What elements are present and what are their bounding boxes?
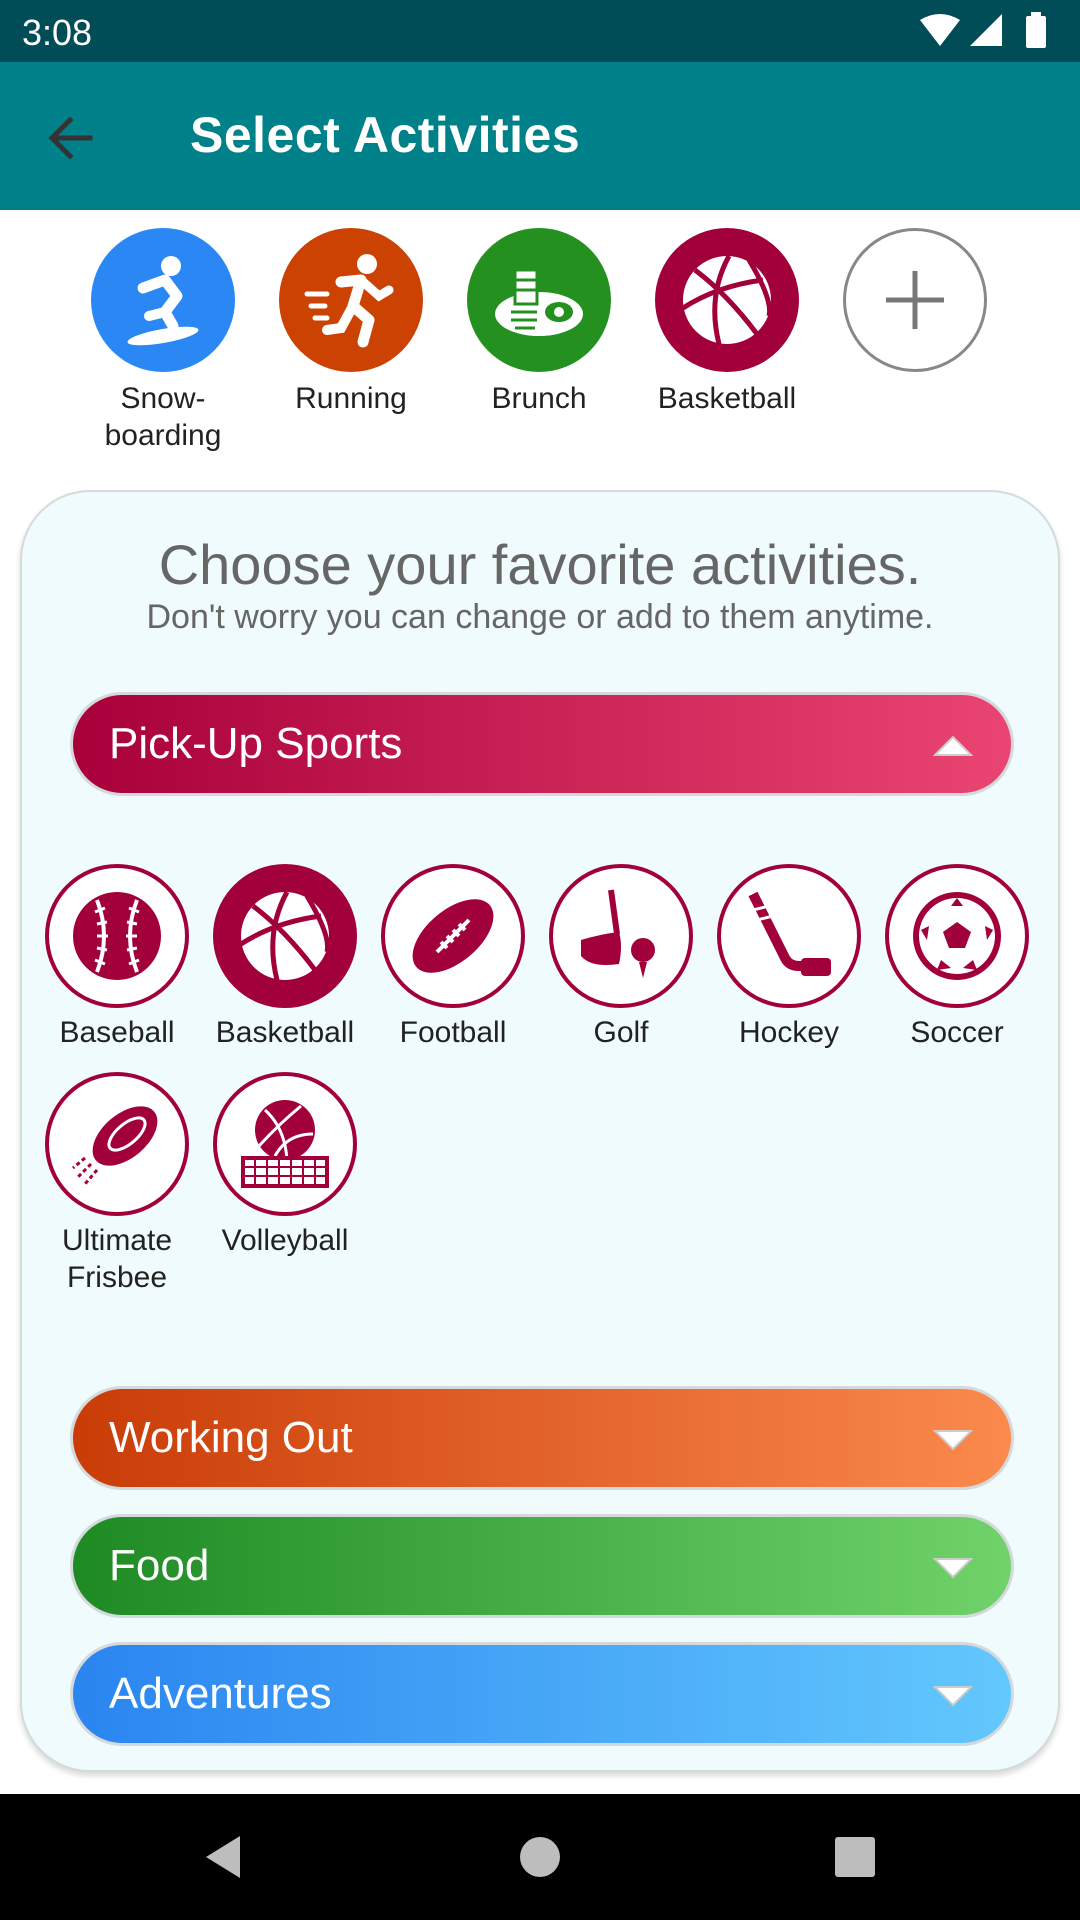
hockey-icon bbox=[748, 891, 831, 976]
selected-basketball[interactable]: Basketball bbox=[633, 228, 821, 417]
volleyball-icon bbox=[241, 1100, 329, 1188]
activity-label: Hockey bbox=[705, 1014, 873, 1051]
activity-label: Football bbox=[369, 1014, 537, 1051]
label-line: Snow- bbox=[120, 382, 206, 415]
category-label: Adventures bbox=[109, 1669, 332, 1718]
label-line: Volleyball bbox=[221, 1224, 349, 1257]
label-line: Soccer bbox=[910, 1016, 1004, 1049]
frisbee-icon bbox=[72, 1106, 158, 1185]
back-arrow-icon[interactable] bbox=[40, 106, 104, 170]
activity-football[interactable]: Football bbox=[369, 864, 537, 1051]
activity-basketball[interactable]: Basketball bbox=[201, 864, 369, 1051]
page-title: Select Activities bbox=[190, 107, 581, 163]
activity-label: Basketball bbox=[201, 1014, 369, 1051]
add-circle bbox=[843, 228, 987, 372]
selected-label: Snow- boarding bbox=[69, 380, 257, 454]
activity-icon-circle bbox=[549, 864, 693, 1008]
activity-hockey[interactable]: Hockey bbox=[705, 864, 873, 1051]
activity-ultimate-frisbee[interactable]: Ultimate Frisbee bbox=[33, 1072, 201, 1296]
activity-icon-circle bbox=[213, 864, 357, 1008]
activities-card: Choose your favorite activities. Don't w… bbox=[20, 490, 1060, 1772]
label-line: Ultimate bbox=[61, 1224, 173, 1257]
status-time: 3:08 bbox=[22, 12, 93, 53]
category-label: Working Out bbox=[109, 1413, 353, 1462]
label-line: Brunch bbox=[491, 382, 587, 415]
label-line: boarding bbox=[104, 419, 222, 452]
activity-label: Volleyball bbox=[201, 1222, 369, 1259]
activity-icon-circle bbox=[45, 1072, 189, 1216]
activity-icon-circle bbox=[213, 1072, 357, 1216]
activity-label: Soccer bbox=[873, 1014, 1041, 1051]
selected-icon-circle bbox=[279, 228, 423, 372]
label-line: Baseball bbox=[59, 1016, 175, 1049]
activity-icon-circle bbox=[717, 864, 861, 1008]
activity-icon-circle bbox=[45, 864, 189, 1008]
basketball-icon bbox=[239, 890, 331, 981]
label-line: Basketball bbox=[657, 382, 797, 415]
category-food[interactable]: Food bbox=[70, 1514, 1014, 1618]
navigation-bar bbox=[0, 1794, 1080, 1920]
category-label: Pick-Up Sports bbox=[109, 719, 403, 768]
selected-label: Basketball bbox=[633, 380, 821, 417]
selected-activities: Snow- boarding Running Brunch Basketball bbox=[0, 210, 1080, 490]
activity-golf[interactable]: Golf bbox=[537, 864, 705, 1051]
category-working-out[interactable]: Working Out bbox=[70, 1386, 1014, 1490]
signal-icon bbox=[970, 14, 1002, 46]
wifi-icon bbox=[920, 14, 960, 46]
activity-icon-circle bbox=[885, 864, 1029, 1008]
running-icon bbox=[304, 254, 394, 348]
status-bar: 3:08 bbox=[0, 0, 1080, 62]
nav-home-icon[interactable] bbox=[515, 1832, 565, 1882]
football-icon bbox=[412, 899, 494, 973]
activity-baseball[interactable]: Baseball bbox=[33, 864, 201, 1051]
activity-volleyball[interactable]: Volleyball bbox=[201, 1072, 369, 1259]
snowboard-icon bbox=[127, 256, 199, 346]
selected-icon-circle bbox=[467, 228, 611, 372]
activity-label: Ultimate Frisbee bbox=[33, 1222, 201, 1296]
battery-icon bbox=[1026, 12, 1046, 48]
plus-icon bbox=[886, 271, 944, 329]
label-line: Golf bbox=[593, 1016, 649, 1049]
app-bar: Select Activities bbox=[0, 62, 1080, 210]
soccer-icon bbox=[913, 892, 1001, 980]
baseball-icon bbox=[73, 892, 161, 980]
selected-label: Brunch bbox=[445, 380, 633, 417]
selected-icon-circle bbox=[91, 228, 235, 372]
brunch-icon bbox=[495, 268, 583, 336]
chevron-down-icon bbox=[933, 1430, 973, 1451]
nav-recents-icon[interactable] bbox=[830, 1832, 880, 1882]
card-subtitle: Don't worry you can change or add to the… bbox=[146, 598, 934, 636]
label-line: Hockey bbox=[738, 1016, 840, 1049]
label-line: Basketball bbox=[215, 1016, 355, 1049]
category-label: Food bbox=[109, 1541, 210, 1590]
activity-label: Golf bbox=[537, 1014, 705, 1051]
selected-icon-circle bbox=[655, 228, 799, 372]
basketball-icon bbox=[681, 254, 773, 345]
selected-snowboarding[interactable]: Snow- boarding bbox=[69, 228, 257, 454]
activity-label: Baseball bbox=[33, 1014, 201, 1051]
chevron-down-icon bbox=[933, 1558, 973, 1579]
selected-label: Running bbox=[257, 380, 445, 417]
status-icons bbox=[920, 12, 1046, 48]
label-line: Running bbox=[295, 382, 407, 415]
chevron-up-icon bbox=[933, 735, 973, 756]
selected-running[interactable]: Running bbox=[257, 228, 445, 417]
label-line: Frisbee bbox=[66, 1261, 168, 1294]
activity-icon-circle bbox=[381, 864, 525, 1008]
label-line: Football bbox=[399, 1016, 507, 1049]
nav-back-icon[interactable] bbox=[200, 1832, 250, 1882]
add-activity-button[interactable] bbox=[821, 228, 1009, 372]
chevron-down-icon bbox=[933, 1686, 973, 1707]
category-pick-up-sports[interactable]: Pick-Up Sports bbox=[70, 692, 1014, 796]
selected-brunch[interactable]: Brunch bbox=[445, 228, 633, 417]
category-adventures[interactable]: Adventures bbox=[70, 1642, 1014, 1746]
activity-soccer[interactable]: Soccer bbox=[873, 864, 1041, 1051]
card-title: Choose your favorite activities. bbox=[158, 533, 922, 596]
golf-icon bbox=[581, 889, 655, 978]
